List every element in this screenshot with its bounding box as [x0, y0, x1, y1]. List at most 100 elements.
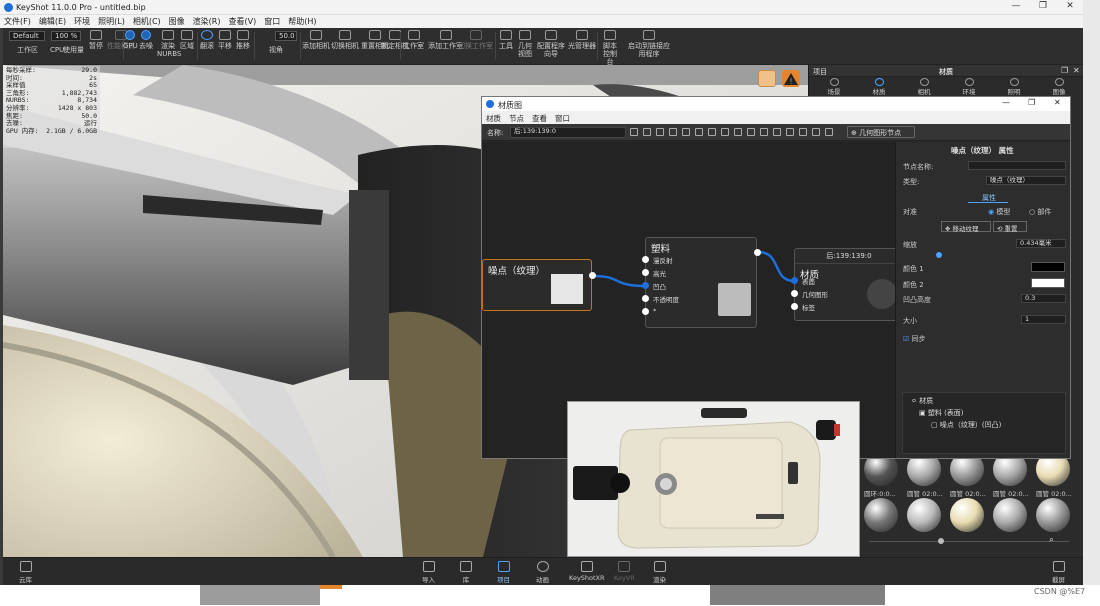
tab-lighting[interactable]: 照明 [999, 78, 1029, 96]
tab-environment[interactable]: 环境 [954, 78, 984, 96]
type-select[interactable]: 噪点（纹理） [986, 176, 1066, 185]
tree-item-material[interactable]: ⚪ 材质 [911, 396, 933, 406]
cloud-library-button[interactable]: 云库 [19, 561, 32, 584]
color1-swatch[interactable] [1031, 262, 1065, 272]
add-camera-button[interactable]: 添加相机 [302, 30, 330, 50]
maximize-button[interactable]: ❐ [1030, 1, 1056, 14]
menu-view[interactable]: 查看(V) [224, 15, 260, 28]
graph-tool-icon[interactable] [656, 128, 664, 136]
project-button[interactable]: 项目 [497, 561, 510, 584]
move-texture-button[interactable]: ✥ 移动纹理 [941, 221, 991, 233]
tumble-button[interactable]: 翻滚 [200, 30, 214, 50]
graph-tool-icon[interactable] [812, 128, 820, 136]
size-input[interactable]: 1 [1021, 315, 1066, 324]
cpu-usage-select[interactable]: 100 % [51, 31, 81, 41]
graph-tool-icon[interactable] [682, 128, 690, 136]
graph-tool-icon[interactable] [773, 128, 781, 136]
material-swatch[interactable] [1036, 498, 1070, 532]
node-name-input[interactable] [968, 161, 1066, 170]
workspace-button[interactable]: 工作区 [17, 46, 38, 54]
minimize-button[interactable]: — [1003, 1, 1029, 14]
fov-input[interactable]: 50.0 [275, 31, 297, 41]
geometry-node-button[interactable]: ⊕ 几何图形节点 [847, 126, 915, 138]
material-swatch[interactable] [864, 498, 898, 532]
script-console-button[interactable]: 脚本控制台 [600, 30, 620, 66]
keyshotxr-button[interactable]: KeyShotXR [569, 561, 605, 582]
plastic-output-port[interactable] [754, 249, 761, 256]
menu-lighting[interactable]: 照明(L) [94, 15, 129, 28]
menu-image[interactable]: 图像 [165, 15, 189, 28]
menu-environment[interactable]: 环境 [70, 15, 94, 28]
graph-tool-icon[interactable] [786, 128, 794, 136]
render-button[interactable]: 渲染 [653, 561, 666, 584]
render-nurbs-button[interactable]: 渲染NURBS [157, 30, 181, 58]
mg-close-button[interactable]: ✕ [1054, 98, 1061, 107]
tab-material[interactable]: 材质 [864, 78, 894, 96]
material-swatch[interactable] [993, 498, 1027, 532]
switch-studio-button[interactable]: 切换工作室 [458, 30, 493, 50]
graph-tool-icon[interactable] [643, 128, 651, 136]
plastic-port-specular[interactable] [642, 269, 649, 276]
configurator-wizard-button[interactable]: 配置程序向导 [536, 30, 566, 58]
keyvr-button[interactable]: KeyVR [614, 561, 635, 582]
sync-checkbox[interactable]: ☑ 同步 [903, 334, 926, 344]
close-button[interactable]: ✕ [1057, 1, 1083, 14]
graph-tool-icon[interactable] [799, 128, 807, 136]
graph-tool-icon[interactable] [747, 128, 755, 136]
graph-tool-icon[interactable] [721, 128, 729, 136]
menu-help[interactable]: 帮助(H) [284, 15, 320, 28]
search-icon[interactable]: ⌕ [1049, 535, 1054, 545]
graph-tool-icon[interactable] [734, 128, 742, 136]
tab-image[interactable]: 图像 [1044, 78, 1074, 96]
switch-camera-button[interactable]: 切换相机 [331, 30, 359, 50]
tree-item-plastic[interactable]: ▣ 塑料 (表面) [919, 408, 964, 418]
mode-model-radio[interactable]: ◉ 模型 [988, 207, 1010, 217]
plastic-port-bump[interactable] [642, 282, 649, 289]
gpu-toggle[interactable]: GPU [123, 30, 138, 50]
panel-float-icon[interactable]: ❐ [1061, 66, 1068, 75]
dolly-button[interactable]: 推移 [236, 30, 250, 50]
graph-tool-icon[interactable] [708, 128, 716, 136]
denoise-toggle[interactable]: 去噪 [139, 30, 153, 50]
material-swatch[interactable] [907, 498, 941, 532]
graph-tool-icon[interactable] [760, 128, 768, 136]
tab-scene[interactable]: 场景 [819, 78, 849, 96]
material-port-geometry[interactable] [791, 290, 798, 297]
menu-file[interactable]: 文件(F) [0, 15, 35, 28]
library-button[interactable]: 库 [460, 561, 472, 584]
plastic-port-opacity[interactable] [642, 295, 649, 302]
region-button[interactable]: 区域 [180, 30, 194, 50]
tools-button[interactable]: 工具 [499, 30, 513, 50]
plastic-port-diffuse[interactable] [642, 256, 649, 263]
graph-tool-icon[interactable] [630, 128, 638, 136]
plastic-port-extra[interactable] [642, 308, 649, 315]
material-name-input[interactable]: 后:139:139:0 [510, 127, 626, 138]
light-manager-button[interactable]: 光管理器 [568, 30, 596, 50]
import-button[interactable]: 导入 [422, 561, 435, 584]
warning-icon[interactable]: ! [782, 70, 800, 87]
geometry-view-button[interactable]: 几何视图 [516, 30, 534, 58]
noise-texture-node[interactable]: 噪点（纹理） [482, 259, 592, 311]
studio-button[interactable]: 工作室 [403, 30, 424, 50]
thumbnail-size-slider[interactable] [938, 538, 944, 544]
mg-maximize-button[interactable]: ❐ [1028, 98, 1035, 107]
color2-swatch[interactable] [1031, 278, 1065, 288]
menu-window[interactable]: 窗口 [260, 15, 284, 28]
tree-item-noise[interactable]: ▢ 噪点（纹理）(凹凸) [931, 420, 1001, 430]
workspace-preset-select[interactable]: Default [9, 31, 45, 41]
material-swatch[interactable] [950, 498, 984, 532]
pause-button[interactable]: 暂停 [89, 30, 103, 50]
graph-tool-icon[interactable] [695, 128, 703, 136]
panel-close-icon[interactable]: ✕ [1073, 66, 1080, 75]
bump-height-input[interactable]: 0.3 [1021, 294, 1066, 303]
viewport-snapshot-icon[interactable] [758, 70, 776, 87]
mg-minimize-button[interactable]: — [1002, 98, 1010, 107]
scale-slider-handle[interactable] [936, 252, 942, 258]
tab-camera[interactable]: 相机 [909, 78, 939, 96]
noise-output-port[interactable] [589, 272, 596, 279]
graph-tool-icon[interactable] [669, 128, 677, 136]
animation-button[interactable]: 动画 [536, 561, 549, 584]
menu-render[interactable]: 渲染(R) [189, 15, 225, 28]
pan-button[interactable]: 平移 [218, 30, 232, 50]
menu-edit[interactable]: 编辑(E) [35, 15, 70, 28]
